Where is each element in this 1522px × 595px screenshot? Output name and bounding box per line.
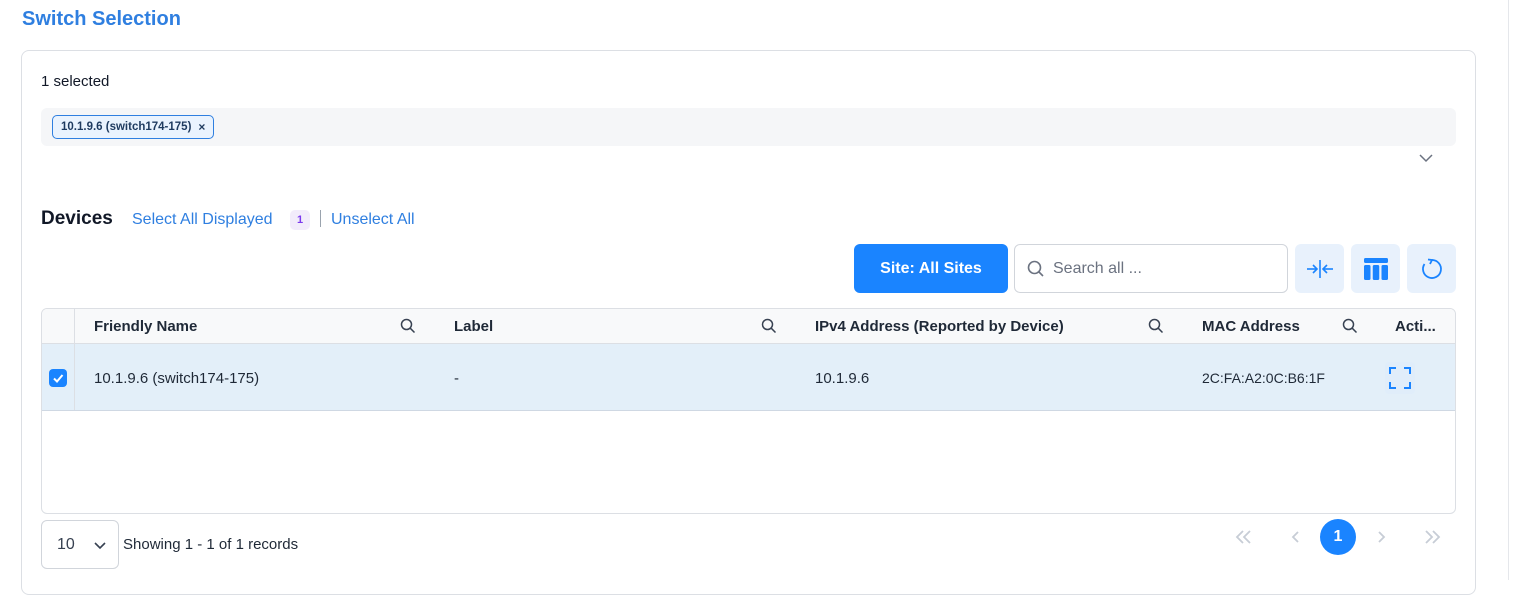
next-page-button[interactable] xyxy=(1364,519,1400,555)
page-size-select[interactable]: 10 xyxy=(41,520,119,569)
column-search-icon[interactable] xyxy=(1148,318,1164,334)
chip-remove-icon[interactable]: × xyxy=(198,120,205,134)
search-field[interactable] xyxy=(1014,244,1288,293)
site-filter-button[interactable]: Site: All Sites xyxy=(854,244,1008,293)
column-layout-icon xyxy=(1363,257,1388,280)
refresh-button[interactable] xyxy=(1407,244,1456,293)
last-page-button[interactable] xyxy=(1414,519,1450,555)
selected-chips-area: 10.1.9.6 (switch174-175) × xyxy=(41,108,1456,146)
column-header-actions: Acti... xyxy=(1395,318,1436,335)
page-title: Switch Selection xyxy=(22,8,181,30)
cell-ipv4: 10.1.9.6 xyxy=(815,370,870,387)
devices-table: Friendly Name Label IPv4 Address (Report… xyxy=(41,308,1456,514)
column-header-ipv4[interactable]: IPv4 Address (Reported by Device) xyxy=(815,318,1064,335)
column-header-label[interactable]: Label xyxy=(454,318,493,335)
chevron-down-icon[interactable] xyxy=(1418,150,1434,166)
selected-count-badge: 1 xyxy=(290,210,310,230)
table-row[interactable]: 10.1.9.6 (switch174-175) - 10.1.9.6 2C:F… xyxy=(42,344,1455,411)
column-search-icon[interactable] xyxy=(400,318,416,334)
double-chevron-right-icon xyxy=(1425,530,1441,544)
cell-mac: 2C:FA:A2:0C:B6:1F xyxy=(1202,370,1325,386)
double-chevron-left-icon xyxy=(1235,530,1251,544)
records-summary: Showing 1 - 1 of 1 records xyxy=(123,536,299,553)
column-search-icon[interactable] xyxy=(1342,318,1358,334)
collapse-columns-button[interactable] xyxy=(1295,244,1344,293)
column-header-friendly-name[interactable]: Friendly Name xyxy=(94,318,197,335)
prev-page-button[interactable] xyxy=(1277,519,1313,555)
selected-chip[interactable]: 10.1.9.6 (switch174-175) × xyxy=(52,115,215,139)
collapse-columns-icon xyxy=(1306,259,1333,278)
expand-icon xyxy=(1389,367,1411,389)
cell-friendly-name: 10.1.9.6 (switch174-175) xyxy=(94,370,260,387)
select-all-displayed-link[interactable]: Select All Displayed xyxy=(132,211,273,229)
chevron-right-icon xyxy=(1378,531,1386,543)
page-number-current[interactable]: 1 xyxy=(1320,519,1356,555)
page-size-value: 10 xyxy=(57,535,75,553)
column-search-icon[interactable] xyxy=(761,318,777,334)
column-header-mac[interactable]: MAC Address xyxy=(1202,318,1300,335)
chevron-down-icon xyxy=(94,541,106,549)
link-divider xyxy=(320,210,321,227)
search-icon xyxy=(1027,260,1044,277)
unselect-all-link[interactable]: Unselect All xyxy=(331,211,415,229)
column-layout-button[interactable] xyxy=(1351,244,1400,293)
checkbox-column-divider xyxy=(42,309,75,410)
selected-chip-label: 10.1.9.6 (switch174-175) xyxy=(61,121,192,133)
switch-selection-card: 1 selected 10.1.9.6 (switch174-175) × De… xyxy=(21,50,1476,595)
devices-heading: Devices xyxy=(41,208,113,229)
cell-label: - xyxy=(454,370,459,387)
first-page-button[interactable] xyxy=(1226,519,1262,555)
chevron-left-icon xyxy=(1291,531,1299,543)
refresh-icon xyxy=(1421,258,1442,279)
selected-count: 1 selected xyxy=(41,73,110,90)
search-input[interactable] xyxy=(1053,259,1273,278)
right-scroll-rail xyxy=(1508,0,1522,580)
table-header: Friendly Name Label IPv4 Address (Report… xyxy=(42,309,1455,344)
expand-row-button[interactable] xyxy=(1385,362,1415,394)
